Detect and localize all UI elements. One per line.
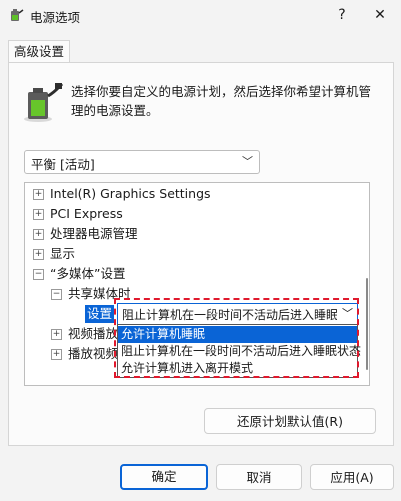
tree-item-label: 处理器电源管理 [50,226,138,241]
collapse-icon[interactable]: − [33,269,44,280]
tree-scrollbar[interactable] [366,278,368,370]
expand-icon[interactable]: + [33,209,44,220]
tree-item-label: 视频播放 [68,326,119,341]
tree-item-play-video[interactable]: + 播放视频 [51,345,118,363]
tree-item-processor-power[interactable]: + 处理器电源管理 [33,225,138,243]
power-options-app-icon [11,9,24,21]
ok-button[interactable]: 确定 [120,464,208,490]
window-title: 电源选项 [30,10,81,25]
tree-item-label: PCI Express [50,206,123,221]
plan-description: 选择你要自定义的电源计划，然后选择你希望计算机管理的电源设置。 [71,84,372,118]
tree-item-multimedia[interactable]: − “多媒体”设置 [33,265,125,283]
expand-icon[interactable]: + [51,329,62,340]
tree-item-label: 播放视频 [68,346,119,361]
cancel-button[interactable]: 取消 [216,464,302,490]
tree-item-label: “多媒体”设置 [50,266,126,281]
expand-icon[interactable]: + [33,189,44,200]
tab-advanced-settings[interactable]: 高级设置 [8,40,70,63]
tree-item-video-playback[interactable]: + 视频播放 [51,325,118,343]
apply-button[interactable]: 应用(A) [310,464,394,490]
tree-item-label: 显示 [50,246,76,261]
highlight-annotation-box [114,298,359,378]
chevron-down-icon: ﹀ [242,155,253,168]
power-plan-dropdown[interactable]: 平衡 [活动] ﹀ [24,150,260,174]
expand-icon[interactable]: + [33,249,44,260]
collapse-icon[interactable]: − [51,289,62,300]
tree-item-pci-express[interactable]: + PCI Express [33,205,123,223]
expand-icon[interactable]: + [51,349,62,360]
tree-item-display[interactable]: + 显示 [33,245,75,263]
close-button[interactable]: ✕ [368,4,392,26]
help-button[interactable]: ? [330,4,354,26]
tree-item-intel-graphics[interactable]: + Intel(R) Graphics Settings [33,185,211,203]
expand-icon[interactable]: + [33,229,44,240]
setting-label[interactable]: 设置 [85,305,115,323]
power-plan-value: 平衡 [活动] [31,157,95,172]
power-options-window: 电源选项 ? ✕ 高级设置 选择你要自定义的电源计划，然后选择你希望计算机管理的… [0,0,401,501]
tree-item-label: Intel(R) Graphics Settings [50,186,211,201]
battery-power-icon [24,82,64,122]
title-bar: 电源选项 ? ✕ [0,0,401,30]
restore-defaults-button[interactable]: 还原计划默认值(R) [204,408,376,434]
